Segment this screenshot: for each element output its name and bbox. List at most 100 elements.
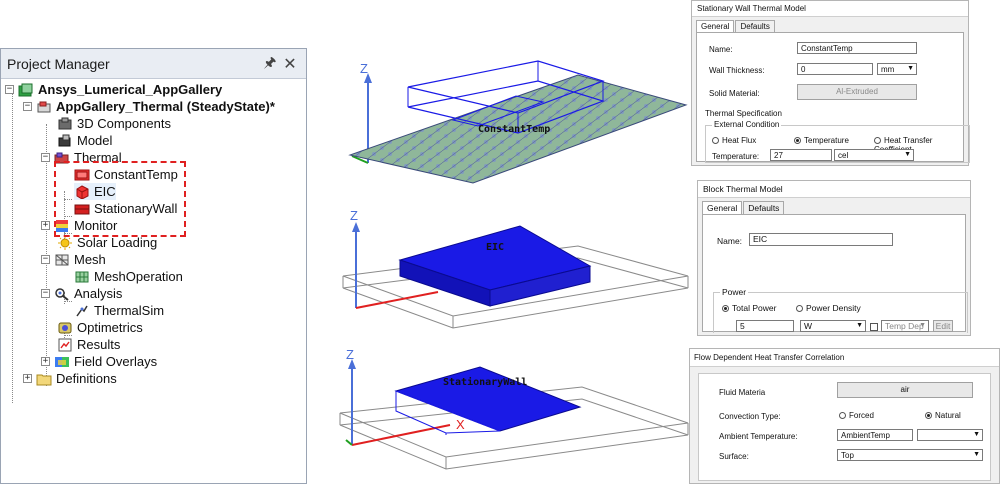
tree-label-model: Model xyxy=(77,133,113,148)
radio-heat-flux-label: Heat Flux xyxy=(722,136,757,145)
collapse-icon[interactable]: − xyxy=(41,255,50,264)
tree-label-design: AppGallery_Thermal (SteadyState)* xyxy=(56,99,275,114)
tree-label-analysis: Analysis xyxy=(74,286,123,301)
radio-forced[interactable]: Forced xyxy=(839,411,874,420)
general-panel: Name: EIC Power Total Power Power Densit… xyxy=(702,214,968,333)
axis-x-label: X xyxy=(456,417,465,432)
surface-value: Top xyxy=(841,451,854,460)
collapse-icon[interactable]: − xyxy=(23,102,32,111)
tree-label-results: Results xyxy=(77,337,121,352)
tree-label-3d-components: 3D Components xyxy=(77,116,171,131)
tree-item-thermal-sim[interactable]: ThermalSim xyxy=(74,302,164,319)
tree-item-design[interactable]: − AppGallery_Thermal (SteadyState)* xyxy=(23,98,275,115)
tree-item-root[interactable]: − Ansys_Lumerical_AppGallery xyxy=(5,81,222,98)
results-icon xyxy=(58,338,72,351)
tree-item-optimetrics[interactable]: Optimetrics xyxy=(57,319,143,336)
ambient-unit-select[interactable]: ▼ xyxy=(917,429,983,441)
chevron-down-icon: ▼ xyxy=(904,151,911,158)
block-thermal-dialog: Block Thermal Model General Defaults Nam… xyxy=(697,180,971,336)
expand-icon[interactable]: + xyxy=(23,374,32,383)
general-panel: Name: ConstantTemp Wall Thickness: 0 mm … xyxy=(696,32,970,163)
power-unit-select[interactable]: W ▼ xyxy=(800,320,866,332)
components-icon xyxy=(58,117,72,129)
name-field[interactable]: EIC xyxy=(749,233,893,246)
collapse-icon[interactable]: − xyxy=(41,289,50,298)
thermal-spec-label: Thermal Specification xyxy=(705,109,782,118)
tree-item-mesh[interactable]: − Mesh xyxy=(41,251,106,268)
name-field[interactable]: ConstantTemp xyxy=(797,42,917,54)
radio-temperature[interactable]: Temperature xyxy=(794,136,849,145)
view-constant-temp[interactable]: Z ConstantTemp xyxy=(338,55,690,195)
tree-label-mesh: Mesh xyxy=(74,252,106,267)
project-manager-title: Project Manager xyxy=(7,55,110,72)
radio-natural-label: Natural xyxy=(935,411,961,420)
radio-temperature-label: Temperature xyxy=(804,136,849,145)
project-manager-header: Project Manager 🖈 ✕ xyxy=(1,49,306,79)
temperature-unit-value: cel xyxy=(838,151,849,160)
tree-label-solar-loading: Solar Loading xyxy=(77,235,158,250)
temp-dep-checkbox[interactable] xyxy=(870,321,878,331)
temperature-unit-select[interactable]: cel ▼ xyxy=(834,149,914,161)
fluid-material-button[interactable]: air xyxy=(837,382,973,398)
radio-power-density[interactable]: Power Density xyxy=(796,303,861,313)
dialog-title: Stationary Wall Thermal Model xyxy=(692,1,968,17)
wall-thickness-field[interactable]: 0 xyxy=(797,63,873,75)
power-field[interactable]: 5 xyxy=(736,320,794,332)
chevron-down-icon: ▼ xyxy=(907,65,914,72)
collapse-icon[interactable]: − xyxy=(41,153,50,162)
dialog-title: Block Thermal Model xyxy=(698,181,970,198)
mesh-icon xyxy=(55,254,69,265)
ambient-temperature-field[interactable]: AmbientTemp xyxy=(837,429,913,441)
project-tree: − Ansys_Lumerical_AppGallery − AppGaller… xyxy=(1,79,306,403)
temperature-field[interactable]: 27 xyxy=(770,149,832,161)
stationary-wall-dialog: Stationary Wall Thermal Model General De… xyxy=(691,0,970,166)
highlight-box xyxy=(54,161,186,237)
radio-natural[interactable]: Natural xyxy=(925,411,961,420)
tree-label-optimetrics: Optimetrics xyxy=(77,320,143,335)
tree-item-3d-components[interactable]: 3D Components xyxy=(57,115,171,132)
surface-select[interactable]: Top ▼ xyxy=(837,449,983,461)
radio-heat-flux[interactable]: Heat Flux xyxy=(712,136,756,145)
tree-item-analysis[interactable]: − Analysis xyxy=(41,285,122,302)
dialog-tabs: General Defaults xyxy=(692,17,968,32)
axis-z-label: Z xyxy=(346,347,354,362)
project-manager-panel: Project Manager 🖈 ✕ − Ansys_Lumerical_Ap… xyxy=(0,48,307,484)
radio-power-density-label: Power Density xyxy=(806,303,861,313)
tree-label-root: Ansys_Lumerical_AppGallery xyxy=(38,82,223,97)
tree-item-mesh-operation[interactable]: MeshOperation xyxy=(74,268,183,285)
power-label: Power xyxy=(720,287,749,297)
tab-defaults[interactable]: Defaults xyxy=(743,201,785,214)
temp-dep-select[interactable]: Temp Dep ▼ xyxy=(881,320,929,332)
pin-icon[interactable]: 🖈 xyxy=(260,52,280,76)
close-icon[interactable]: ✕ xyxy=(280,54,300,74)
tab-defaults[interactable]: Defaults xyxy=(735,20,775,32)
label-constant-temp: ConstantTemp xyxy=(478,124,550,135)
expand-icon[interactable]: + xyxy=(41,221,50,230)
view-eic[interactable]: Z EIC xyxy=(338,208,690,338)
view-stationary-wall[interactable]: Z X StationaryWall xyxy=(338,345,690,485)
tree-item-definitions[interactable]: + Definitions xyxy=(23,370,117,387)
tree-item-model[interactable]: Model xyxy=(57,132,112,149)
axis-z-label: Z xyxy=(360,61,368,76)
tree-item-field-overlays[interactable]: + Field Overlays xyxy=(41,353,157,370)
radio-total-power[interactable]: Total Power xyxy=(722,303,776,313)
tab-general[interactable]: General xyxy=(696,20,735,32)
label-stationary-wall: StationaryWall xyxy=(443,376,527,388)
ambient-temperature-label: Ambient Temperature: xyxy=(719,432,798,441)
fluid-material-label: Fluid Materia xyxy=(719,388,766,397)
chevron-down-icon: ▼ xyxy=(973,451,980,458)
temp-dep-value: Temp Dep xyxy=(885,321,924,331)
chevron-down-icon: ▼ xyxy=(973,431,980,438)
analysis-icon xyxy=(55,287,69,301)
tree-item-results[interactable]: Results xyxy=(57,336,120,353)
tab-general[interactable]: General xyxy=(702,201,743,214)
surface-label: Surface: xyxy=(719,452,749,461)
collapse-icon[interactable]: − xyxy=(5,85,14,94)
tree-label-thermal-sim: ThermalSim xyxy=(94,303,165,318)
edit-button[interactable]: Edit xyxy=(933,320,953,332)
optimetrics-icon xyxy=(58,322,72,333)
solid-material-button[interactable]: Al-Extruded xyxy=(797,84,917,100)
solid-material-label: Solid Material: xyxy=(709,89,760,98)
wall-thickness-unit-select[interactable]: mm ▼ xyxy=(877,63,917,75)
expand-icon[interactable]: + xyxy=(41,357,50,366)
